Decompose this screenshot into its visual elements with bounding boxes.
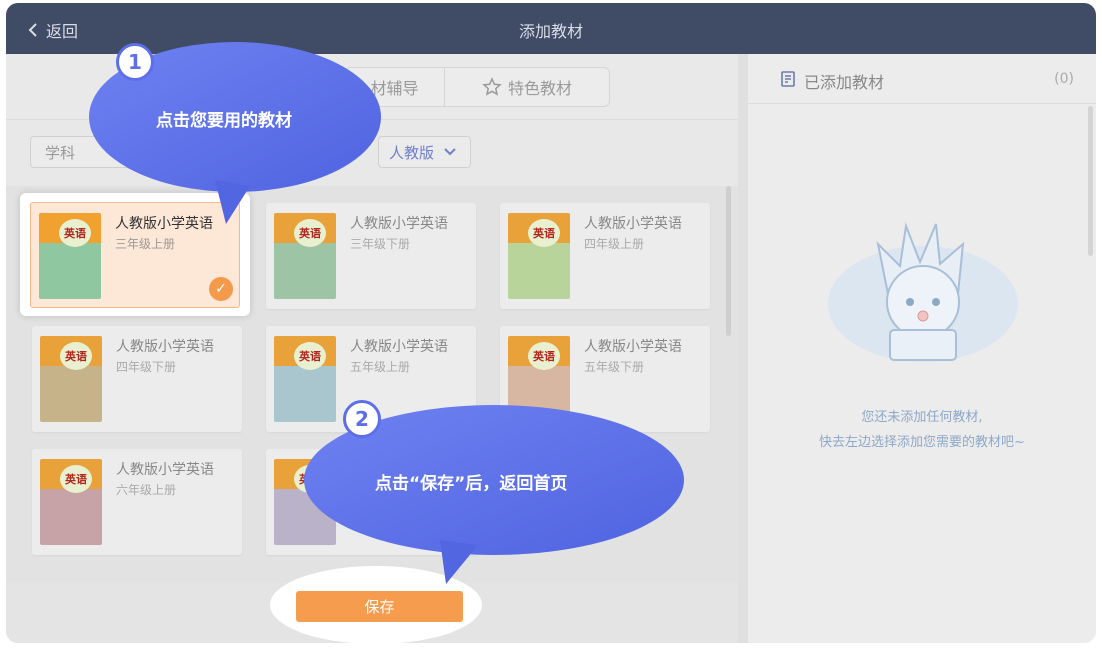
star-icon [482, 77, 502, 96]
cover-title: 英语 [294, 342, 326, 370]
book-cover: 英语 [39, 213, 101, 299]
page-title: 添加教材 [518, 22, 583, 41]
textbook-picker: 材辅导 特色教材 学科 人教版 英语 人教版小学英语 三年级下册 英语 人教版小… [6, 54, 738, 643]
empty-message-line2: 快去左边选择添加您需要的教材吧~ [819, 435, 1025, 450]
edition-label: 人教版 [389, 143, 435, 162]
cover-title: 英语 [528, 219, 560, 247]
title-bar: 返回 添加教材 [6, 3, 1096, 54]
added-scrollbar[interactable] [1088, 106, 1093, 256]
book-cover: 英语 [508, 213, 570, 299]
filter-bar: 学科 人教版 [6, 120, 738, 186]
edition-select[interactable]: 人教版 [378, 136, 471, 168]
callout-2-number: 2 [343, 400, 381, 438]
book-grade: 三年级上册 [115, 237, 176, 251]
book-name: 人教版小学英语 [350, 216, 448, 232]
cover-title: 英语 [60, 342, 92, 370]
cover-title: 英语 [59, 219, 91, 247]
book-grade: 三年级下册 [350, 237, 411, 251]
added-textbooks-panel: 已添加教材 (0) 您还未添加任何教材, 快去左边选择添加您需要的教材吧~ [738, 54, 1096, 643]
book-grade: 六年级上册 [116, 483, 177, 497]
added-header: 已添加教材 (0) [748, 54, 1096, 104]
tab-group: 材辅导 特色教材 [344, 67, 610, 107]
cover-title: 英语 [528, 342, 560, 370]
book-name: 人教版小学英语 [350, 339, 448, 355]
book-grade: 四年级下册 [116, 360, 177, 374]
textbook-card[interactable]: 英语 人教版小学英语 六年级上册 [32, 449, 242, 555]
added-count: (0) [1054, 71, 1074, 87]
tab-guidance-label: 材辅导 [370, 79, 419, 98]
cover-title: 英语 [60, 465, 92, 493]
book-cover: 英语 [40, 459, 102, 545]
tab-guidance[interactable]: 材辅导 [345, 68, 445, 106]
textbook-card[interactable]: 英语 人教版小学英语 五年级下册 [500, 326, 710, 432]
subject-label: 学科 [45, 143, 76, 162]
textbook-card[interactable]: 英语 人教版小学英语 四年级下册 [32, 326, 242, 432]
subject-select[interactable]: 学科 [30, 136, 180, 168]
book-grade: 五年级下册 [584, 360, 645, 374]
book-name: 人教版小学英语 [116, 339, 214, 355]
cover-title: 英语 [294, 219, 326, 247]
cover-title: 英语 [294, 465, 326, 493]
book-cover: 英语 [274, 213, 336, 299]
textbook-card-selected[interactable]: 英语 人教版小学英语 三年级上册 ✓ [30, 202, 240, 308]
textbook-card[interactable]: 英语 人教版小学英语 四年级上册 [500, 203, 710, 309]
list-edit-icon [781, 71, 795, 87]
textbook-card[interactable]: 英语 人教版小学英语 三年级下册 [266, 203, 476, 309]
selected-card-highlight: 英语 人教版小学英语 三年级上册 ✓ [20, 193, 250, 316]
book-cover: 英语 [40, 336, 102, 422]
book-name: 人教版小学英语 [116, 462, 214, 478]
textbook-card[interactable]: 英语 [266, 449, 476, 555]
book-grade: 五年级上册 [350, 360, 411, 374]
empty-message-line1: 您还未添加任何教材, [861, 410, 983, 425]
added-title: 已添加教材 [804, 73, 885, 92]
check-icon: ✓ [209, 277, 233, 301]
callout-1-number: 1 [116, 43, 154, 81]
save-button[interactable]: 保存 [296, 591, 463, 622]
callout-1-text: 点击您要用的教材 [156, 111, 292, 131]
callout-2-text: 点击“保存”后，返回首页 [375, 474, 568, 494]
book-cover: 英语 [508, 336, 570, 422]
book-grade: 四年级上册 [584, 237, 645, 251]
app-window: 返回 添加教材 材辅导 特色教材 学科 人教版 英语 人教版小学英语 三年级下册… [6, 3, 1096, 643]
book-name: 人教版小学英语 [584, 216, 682, 232]
tab-featured[interactable]: 特色教材 [445, 68, 609, 106]
book-cover: 英语 [274, 459, 336, 545]
grid-scrollbar[interactable] [726, 186, 731, 336]
empty-mascot-illustration [828, 222, 1018, 362]
book-cover: 英语 [274, 336, 336, 422]
chevron-down-icon [444, 148, 456, 156]
book-name: 人教版小学英语 [115, 216, 213, 232]
book-name: 人教版小学英语 [584, 339, 682, 355]
tab-featured-label: 特色教材 [507, 79, 572, 98]
